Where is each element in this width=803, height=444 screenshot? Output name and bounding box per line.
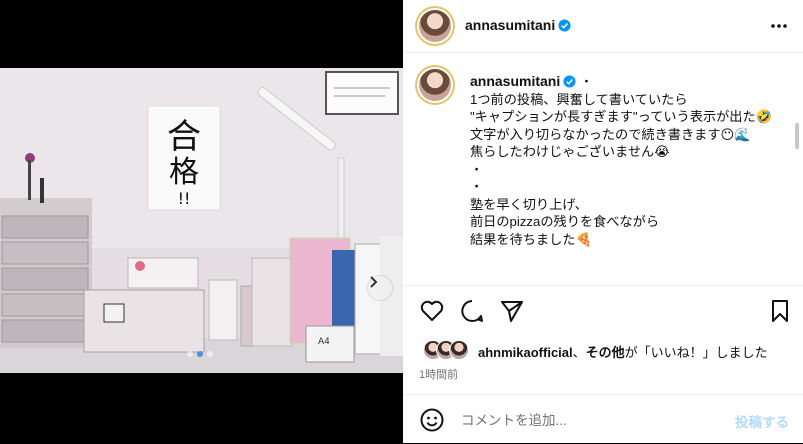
caption-scrollbar[interactable] — [795, 123, 799, 149]
caption-area: annasumitani ・ 1つ前の投稿、興奮して書いていたら "キャプション… — [403, 53, 803, 285]
header-username[interactable]: annasumitani — [465, 17, 571, 33]
post-header: annasumitani — [403, 0, 803, 53]
carousel-dot — [187, 351, 193, 357]
carousel-dots — [187, 351, 213, 357]
post-comment-button[interactable]: 投稿する — [735, 411, 789, 431]
caption-avatar[interactable] — [419, 69, 451, 101]
others-link[interactable]: その他 — [586, 345, 625, 360]
likes-separator: 、 — [572, 345, 586, 360]
desk-scene-illustration: 合 格 !! A4 — [0, 68, 403, 373]
bookmark-icon[interactable] — [767, 298, 793, 324]
instagram-post-modal: 合 格 !! A4 annasumitani annasumitani ・ 1つ… — [0, 0, 803, 443]
likes-suffix: が「いいね！」しました — [624, 345, 768, 360]
post-details-panel: annasumitani annasumitani ・ 1つ前の投稿、興奮して書… — [403, 0, 803, 443]
sign-text-top: 合 — [167, 117, 201, 157]
smiley-icon[interactable] — [419, 407, 445, 433]
box-label: A4 — [318, 337, 330, 347]
caption-username[interactable]: annasumitani — [470, 73, 560, 89]
svg-text:!!: !! — [178, 189, 191, 208]
liker-avatars — [423, 340, 473, 360]
liker-username[interactable]: ahnmikaofficial — [478, 345, 573, 360]
post-media: 合 格 !! A4 — [0, 0, 403, 443]
likes-row: ahnmikaofficial、その他が「いいね！」しました — [403, 336, 803, 364]
post-timestamp[interactable]: 1時間前 — [419, 366, 458, 382]
caption-separator: ・ — [576, 74, 594, 89]
liker-avatar[interactable] — [449, 340, 469, 360]
caption-body: 1つ前の投稿、興奮して書いていたら "キャプションが長すぎます"っていう表示が出… — [470, 91, 773, 247]
comment-bar: 投稿する — [403, 394, 803, 444]
comment-icon[interactable] — [459, 298, 485, 324]
verified-badge-icon — [558, 19, 571, 32]
chevron-right-icon — [370, 276, 378, 288]
comment-input[interactable] — [459, 405, 723, 435]
share-icon[interactable] — [499, 298, 525, 324]
post-photo: 合 格 !! A4 — [0, 68, 403, 373]
action-bar — [403, 285, 803, 334]
carousel-dot-active — [197, 351, 203, 357]
caption-text: annasumitani ・ 1つ前の投稿、興奮して書いていたら "キャプション… — [470, 73, 790, 248]
sign-text-bottom: 格 — [169, 155, 199, 190]
verified-badge-icon — [563, 75, 576, 88]
avatar[interactable] — [419, 10, 451, 42]
next-image-button[interactable] — [368, 276, 392, 300]
more-horizontal-icon[interactable] — [769, 17, 789, 35]
heart-icon[interactable] — [419, 298, 445, 324]
likes-text: ahnmikaofficial、その他が「いいね！」しました — [478, 342, 768, 361]
carousel-dot — [207, 351, 213, 357]
